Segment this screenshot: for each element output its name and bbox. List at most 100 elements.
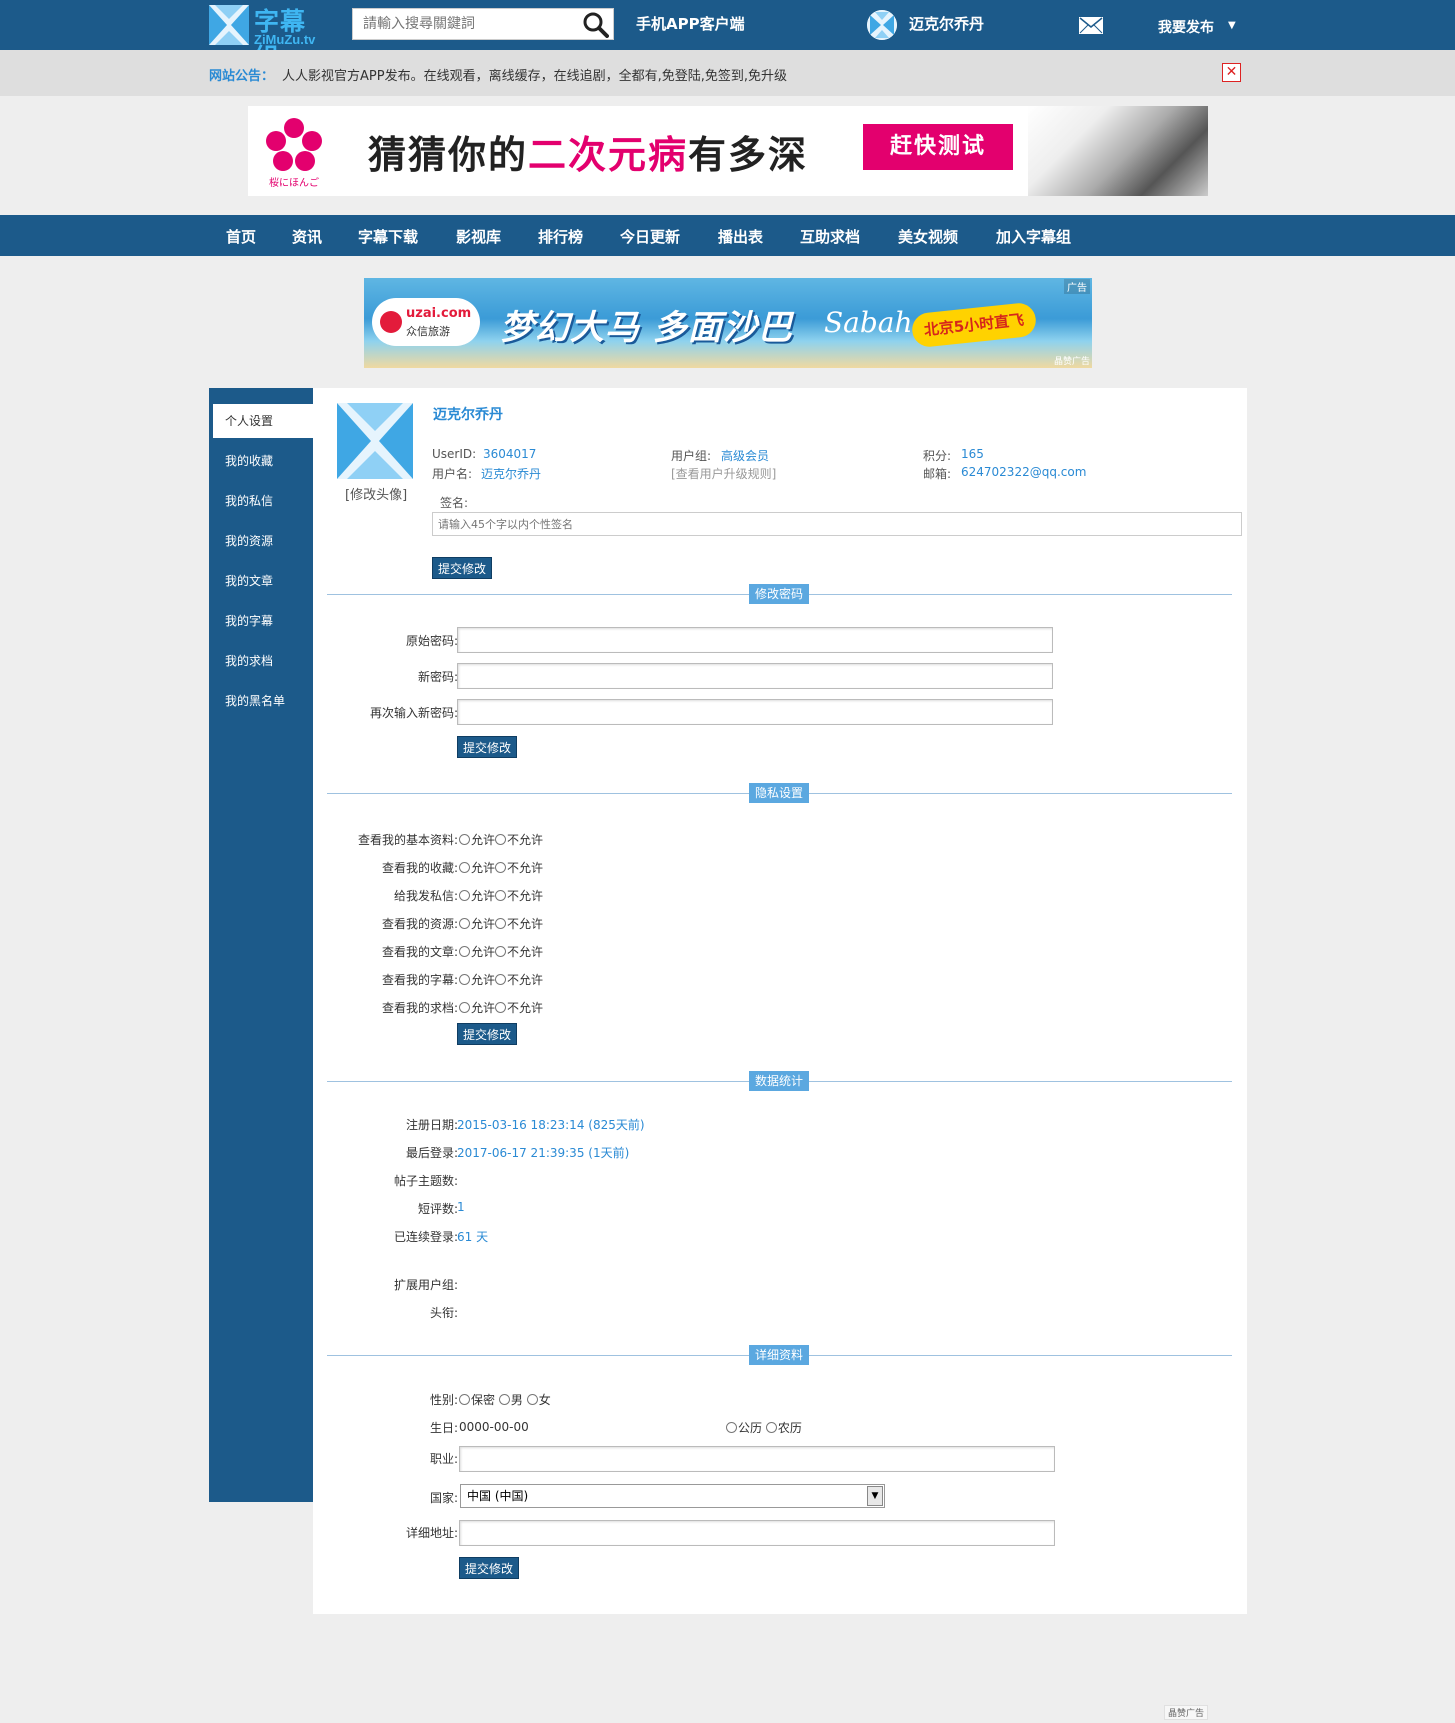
- register-date-value: 2015-03-16 18:23:14 (825天前): [457, 1118, 645, 1132]
- allow-radio[interactable]: [459, 946, 470, 957]
- sidebar-item-messages[interactable]: 我的私信: [209, 484, 313, 518]
- nav-subtitles[interactable]: 字幕下载: [358, 226, 418, 247]
- privacy-radio-group: 允许 不允许: [459, 999, 543, 1016]
- allow-label: 允许: [471, 833, 496, 847]
- chevron-down-icon[interactable]: ▼: [867, 1486, 883, 1506]
- allow-radio[interactable]: [459, 890, 470, 901]
- sidebar-item-resources[interactable]: 我的资源: [209, 524, 313, 558]
- signature-input[interactable]: [432, 512, 1242, 536]
- sakura-logo-icon: 桜にほんご: [262, 116, 326, 189]
- details-submit-button[interactable]: 提交修改: [459, 1557, 520, 1579]
- deny-radio[interactable]: [495, 918, 507, 929]
- sidebar-item-favorites[interactable]: 我的收藏: [209, 444, 313, 478]
- allow-label: 允许: [471, 861, 496, 875]
- nav-requests[interactable]: 互助求档: [800, 226, 860, 247]
- username-label: 用户名:: [432, 467, 473, 481]
- account-sidebar: 个人设置 我的收藏 我的私信 我的资源 我的文章 我的字幕 我的求档 我的黑名单: [209, 388, 313, 1502]
- job-field[interactable]: [459, 1446, 1055, 1472]
- nav-ranking[interactable]: 排行榜: [538, 226, 583, 247]
- logo-domain: ZiMuZu.tv: [254, 32, 316, 47]
- deny-radio[interactable]: [495, 974, 507, 985]
- app-client-link[interactable]: 手机APP客户端: [636, 13, 745, 34]
- section-title-stats: 数据统计: [749, 1071, 810, 1091]
- search-input[interactable]: [353, 9, 573, 39]
- uzai-logo: uzai.com 众信旅游: [372, 298, 480, 346]
- privacy-row-label: 查看我的求档:: [381, 1001, 458, 1015]
- sidebar-item-settings[interactable]: 个人设置: [213, 404, 313, 438]
- sidebar-item-blacklist[interactable]: 我的黑名单: [209, 684, 313, 718]
- allow-radio[interactable]: [459, 834, 470, 845]
- deny-radio[interactable]: [495, 946, 507, 957]
- calendar-lunar-radio[interactable]: [765, 1422, 777, 1433]
- gender-secret-radio[interactable]: [459, 1394, 470, 1405]
- deny-radio[interactable]: [495, 862, 507, 873]
- address-label: 详细地址:: [405, 1526, 458, 1540]
- ad2-tag: 北京5小时直飞: [910, 301, 1038, 349]
- calendar-solar-radio[interactable]: [726, 1422, 737, 1433]
- allow-radio[interactable]: [459, 1002, 470, 1013]
- deny-radio[interactable]: [495, 890, 507, 901]
- nav-today[interactable]: 今日更新: [620, 226, 680, 247]
- top-header: 字幕组 ZiMuZu.tv 手机APP客户端 迈克尔乔丹 我要发布 ▼: [0, 0, 1455, 72]
- deny-radio[interactable]: [495, 834, 507, 845]
- new-password-label: 新密码:: [417, 670, 458, 684]
- allow-radio[interactable]: [459, 974, 470, 985]
- allow-label: 允许: [471, 945, 496, 959]
- old-password-field[interactable]: [457, 627, 1053, 653]
- last-login-value: 2017-06-17 21:39:35 (1天前): [457, 1146, 630, 1160]
- deny-label: 不允许: [507, 861, 544, 875]
- upgrade-rules-link[interactable]: [查看用户升级规则]: [671, 465, 776, 482]
- nav-join[interactable]: 加入字幕组: [996, 226, 1071, 247]
- privacy-radio-group: 允许 不允许: [459, 915, 543, 932]
- calendar-radio-group: 公历 农历: [726, 1419, 802, 1436]
- travel-ad[interactable]: uzai.com 众信旅游 梦幻大马 多面沙巴 Sabah 北京5小时直飞 广告…: [364, 278, 1092, 368]
- publish-menu[interactable]: 我要发布: [1158, 17, 1214, 37]
- gender-male-radio[interactable]: [498, 1394, 510, 1405]
- nav-videos[interactable]: 美女视频: [898, 226, 958, 247]
- country-select[interactable]: 中国 (中国) ▼: [460, 1484, 885, 1508]
- allow-radio[interactable]: [459, 862, 470, 873]
- nav-library[interactable]: 影视库: [456, 226, 501, 247]
- deny-label: 不允许: [507, 917, 544, 931]
- address-field[interactable]: [459, 1520, 1055, 1546]
- sidebar-item-subtitles[interactable]: 我的字幕: [209, 604, 313, 638]
- search-icon[interactable]: [583, 12, 609, 38]
- new-password-field[interactable]: [457, 663, 1053, 689]
- privacy-radio-group: 允许 不允许: [459, 943, 543, 960]
- birthday-value[interactable]: 0000-00-00: [459, 1420, 529, 1434]
- uzai-logo-icon: [380, 311, 402, 333]
- edit-avatar-link[interactable]: [修改头像]: [345, 484, 407, 503]
- privacy-radio-group: 允许 不允许: [459, 859, 543, 876]
- gender-female-radio[interactable]: [526, 1394, 538, 1405]
- uzai-brand-en: uzai.com: [406, 306, 472, 321]
- mail-icon[interactable]: [1079, 17, 1103, 34]
- password-submit-button[interactable]: 提交修改: [457, 736, 518, 758]
- ad2-sabah: Sabah: [824, 306, 913, 339]
- sidebar-item-requests[interactable]: 我的求档: [209, 644, 313, 678]
- close-icon[interactable]: ✕: [1222, 63, 1241, 82]
- logo-mark-icon: [209, 5, 249, 45]
- site-logo[interactable]: 字幕组 ZiMuZu.tv: [209, 4, 331, 72]
- banner-ad[interactable]: 桜にほんご 猜猜你的二次元病有多深 赶快测试: [248, 106, 1208, 196]
- privacy-submit-button[interactable]: 提交修改: [457, 1023, 518, 1045]
- notice-text: 人人影视官方APP发布。在线观看，离线缓存，在线追剧，全都有,免登陆,免签到,免…: [282, 69, 787, 84]
- nav-news[interactable]: 资讯: [292, 226, 322, 247]
- profile-submit-button[interactable]: 提交修改: [432, 557, 493, 579]
- allow-radio[interactable]: [459, 918, 470, 929]
- gender-radio-group: 保密 男 女: [459, 1391, 551, 1408]
- userid-label: UserID:: [432, 447, 477, 461]
- deny-radio[interactable]: [495, 1002, 507, 1013]
- user-avatar-icon[interactable]: [867, 10, 897, 40]
- confirm-password-label: 再次输入新密码:: [369, 706, 458, 720]
- sidebar-item-articles[interactable]: 我的文章: [209, 564, 313, 598]
- chevron-down-icon[interactable]: ▼: [1228, 20, 1236, 31]
- main-nav: 首页 资讯 字幕下载 影视库 排行榜 今日更新 播出表 互助求档 美女视频 加入…: [0, 215, 1455, 256]
- nav-home[interactable]: 首页: [226, 226, 256, 247]
- user-name-link[interactable]: 迈克尔乔丹: [909, 13, 984, 34]
- confirm-password-field[interactable]: [457, 699, 1053, 725]
- search-box: [352, 8, 614, 40]
- review-count-label: 短评数:: [417, 1202, 458, 1216]
- userid-value: 3604017: [483, 447, 537, 461]
- nav-schedule[interactable]: 播出表: [718, 226, 763, 247]
- ad-test-button[interactable]: 赶快测试: [863, 124, 1013, 170]
